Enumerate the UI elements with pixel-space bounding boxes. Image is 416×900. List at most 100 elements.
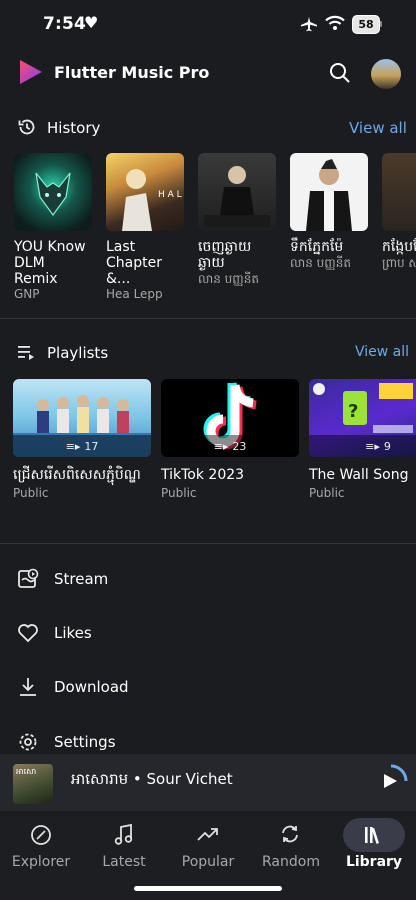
history-card[interactable]: ទឹកភ្នែកម៉ែ លាន បញ្ញនីត [290, 153, 368, 273]
history-card-subtitle: ព្រាប ស [382, 256, 416, 270]
repeat-icon [282, 825, 298, 843]
wolf-art [35, 172, 71, 217]
stream-icon [18, 568, 39, 588]
playlists-list: ≡▸ 17 ជ្រើសរើសពិសេសភ្ជុំបិណ្ឌ Public ≡▸ … [0, 379, 416, 519]
history-card-subtitle: លាន បញ្ញនីត [198, 272, 259, 286]
playlist-art: ? ≡▸ 9 [309, 379, 416, 457]
divider [0, 318, 416, 319]
heart-icon: ♥ [84, 13, 99, 32]
playlist-count-badge: ≡▸ 9 [309, 435, 416, 457]
menu-label: Stream [54, 570, 109, 588]
album-art [198, 153, 276, 231]
history-card-subtitle: លាន បញ្ញនីត [290, 256, 351, 270]
nav-label: Random [262, 854, 320, 870]
menu-item-likes[interactable]: Likes [0, 614, 416, 652]
library-icon [365, 827, 379, 844]
playlist-count-badge: ≡▸ 17 [13, 435, 151, 457]
nav-item-latest[interactable]: Latest [83, 818, 166, 878]
playlist-card-subtitle: Public [161, 486, 197, 500]
menu-label: Settings [54, 733, 116, 751]
playlist-card-title: The Wall Song [309, 467, 409, 483]
history-card-title: កង្កែបស្រែក [382, 239, 416, 255]
playlist-card[interactable]: ? ≡▸ 9 The Wall Song Public [309, 379, 416, 500]
history-title: History [47, 119, 101, 137]
wifi-icon [325, 15, 345, 30]
playlist-small-icon: ≡▸ [365, 439, 380, 453]
nav-item-random[interactable]: Random [249, 818, 332, 878]
nav-label: Library [345, 854, 403, 870]
playlist-count-badge: ≡▸ 23 [161, 435, 299, 457]
heart-outline-icon [18, 624, 38, 643]
mini-player[interactable]: អាសោ អាសោរាម • Sour Vichet [0, 754, 416, 811]
history-card[interactable]: H A L Last Chapter &... Hea Lepp [106, 153, 184, 301]
play-button[interactable] [373, 763, 409, 799]
playlist-card-subtitle: Public [13, 486, 49, 500]
album-art [290, 153, 368, 231]
divider [0, 543, 416, 544]
battery-tip [380, 21, 382, 27]
playlist-count: 23 [232, 439, 247, 453]
nav-item-library[interactable]: Library [332, 818, 416, 878]
history-card-title: Last Chapter &... [106, 239, 162, 287]
battery-icon: 58 [352, 15, 380, 34]
download-icon [20, 678, 36, 696]
playlist-card[interactable]: ≡▸ 17 ជ្រើសរើសពិសេសភ្ជុំបិណ្ឌ Public [13, 379, 151, 500]
history-card-title: YOU Know DLM Remix [14, 239, 86, 287]
compass-icon [31, 825, 51, 845]
svg-text:?: ? [348, 401, 358, 422]
playlist-art: ≡▸ 23 [161, 379, 299, 457]
history-icon [18, 119, 35, 135]
playlists-title: Playlists [47, 344, 109, 362]
airplane-icon [301, 17, 317, 32]
gear-icon [19, 733, 37, 751]
now-playing-thumb: អាសោ [13, 764, 53, 804]
history-card[interactable]: YOU Know DLM Remix GNP [14, 153, 92, 301]
menu-label: Download [54, 678, 129, 696]
playlist-card[interactable]: ≡▸ 23 TikTok 2023 Public [161, 379, 299, 500]
singer-art: H A L [122, 169, 182, 231]
singer-art [306, 159, 352, 231]
menu-item-download[interactable]: Download [0, 668, 416, 706]
playlist-card-title: ជ្រើសរើសពិសេសភ្ជុំបិណ្ឌ [13, 467, 141, 483]
history-card[interactable]: ចេញឆ្ងាយ ឆ្ងាយ លាន បញ្ញនីត [198, 153, 276, 289]
search-icon[interactable] [329, 62, 351, 84]
album-art [382, 153, 416, 231]
status-time: 7:54 [43, 14, 87, 34]
playlist-count: 9 [383, 439, 391, 453]
playlist-card-title: TikTok 2023 [161, 467, 245, 483]
menu-item-settings[interactable]: Settings [0, 722, 416, 754]
album-art [14, 153, 92, 231]
history-card-title: ទឹកភ្នែកម៉ែ [290, 239, 344, 255]
playlist-count: 17 [84, 439, 99, 453]
playlist-small-icon: ≡▸ [65, 439, 81, 453]
playlist-icon [18, 346, 34, 360]
history-view-all-link[interactable]: View all [349, 119, 407, 137]
nav-item-popular[interactable]: Popular [166, 818, 249, 878]
playlist-art: ≡▸ 17 [13, 379, 151, 457]
music-note-icon [114, 823, 133, 845]
playlist-card-subtitle: Public [309, 486, 345, 500]
album-art: H A L [106, 153, 184, 231]
avatar[interactable] [371, 59, 401, 89]
app-title: Flutter Music Pro [54, 63, 210, 82]
home-indicator [134, 886, 282, 891]
menu-label: Likes [54, 624, 92, 642]
app-logo-icon [20, 60, 42, 84]
history-card-subtitle: GNP [14, 287, 40, 301]
nav-item-explorer[interactable]: Explorer [0, 818, 83, 878]
playlist-small-icon: ≡▸ [213, 439, 229, 453]
history-card-subtitle: Hea Lepp [106, 287, 163, 301]
singer-art [204, 166, 270, 227]
playlists-view-all-link[interactable]: View all [355, 344, 409, 360]
menu-item-stream[interactable]: Stream [0, 560, 416, 598]
nav-label: Explorer [11, 854, 71, 870]
history-card[interactable]: កង្កែបស្រែក ព្រាប ស [382, 153, 416, 273]
history-list: YOU Know DLM Remix GNP H A L Last Chapte… [0, 153, 416, 303]
trending-up-icon [197, 828, 218, 841]
nav-label: Latest [102, 854, 146, 870]
history-card-title: ចេញឆ្ងាយ ឆ្ងាយ [198, 239, 252, 271]
nav-label: Popular [181, 854, 235, 870]
status-bar: 7:54 ♥ 58 [0, 0, 416, 50]
now-playing-title: អាសោរាម • Sour Vichet [71, 770, 233, 788]
svg-text:H A L: H A L [158, 190, 182, 200]
